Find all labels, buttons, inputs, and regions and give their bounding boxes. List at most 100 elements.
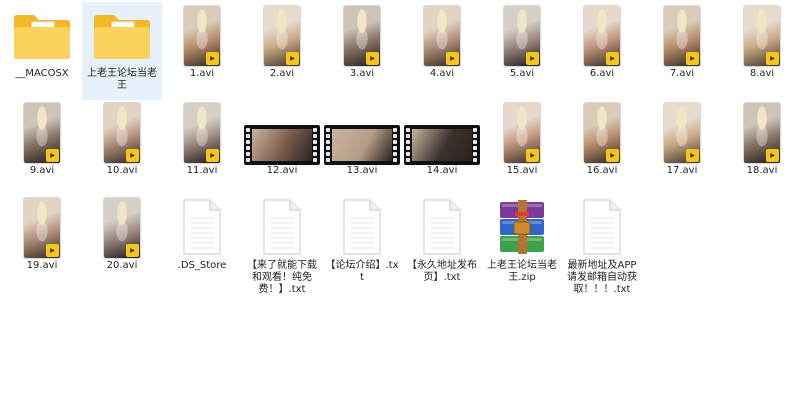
archive-file[interactable]: 上老王论坛当老王.zip [482,194,562,283]
file-name-label: 11.avi [186,165,218,176]
file-icon-slot [482,194,562,258]
text-file[interactable]: 最新地址及APP请发邮箱自动获取！！！.txt [562,194,642,295]
player-badge: ▶ [286,52,299,65]
file-name-label: 14.avi [426,165,458,176]
video-file[interactable]: ▶ 10.avi [82,99,162,187]
video-thumbnail-icon: ▶ [184,6,220,66]
video-file[interactable]: ▶ 9.avi [2,99,82,187]
film-strip-icon [404,125,480,165]
text-file[interactable]: 【永久地址发布页】.txt [402,194,482,283]
file-icon-slot: ▶ [482,2,562,66]
file-icon-slot: ▶ [722,99,800,163]
text-file[interactable]: 【论坛介绍】.txt [322,194,402,283]
video-file[interactable]: ▶ 6.avi [562,2,642,90]
video-thumbnail-icon: ▶ [104,103,140,163]
player-badge: ▶ [126,149,139,162]
video-file[interactable]: 13.avi [322,99,402,187]
video-file[interactable]: ▶ 4.avi [402,2,482,90]
video-thumbnail-icon: ▶ [424,6,460,66]
player-badge: ▶ [526,52,539,65]
video-file[interactable]: ▶ 19.avi [2,194,82,282]
player-badge: ▶ [126,244,139,257]
player-badge: ▶ [606,149,619,162]
file-icon-slot [2,2,82,66]
video-thumbnail-icon: ▶ [504,6,540,66]
file-icon-slot [82,2,162,66]
file-name-label: 15.avi [506,165,538,176]
player-badge: ▶ [446,52,459,65]
video-thumbnail-icon: ▶ [664,6,700,66]
video-file[interactable]: ▶ 16.avi [562,99,642,187]
file-name-label: 1.avi [189,68,215,79]
text-document-icon [343,199,381,255]
file-name-label: 【来了就能下载和观看！纯免费！】.txt [247,260,317,295]
file-name-label: 7.avi [669,68,695,79]
file-icon-slot: ▶ [722,2,800,66]
file-name-label: 【论坛介绍】.txt [325,260,399,283]
file-icon-slot: ▶ [402,2,482,66]
player-badge: ▶ [686,52,699,65]
video-file[interactable]: 12.avi [242,99,322,187]
text-document-icon [183,199,221,255]
file-name-label: 【永久地址发布页】.txt [407,260,477,283]
file-icon-slot [162,194,242,258]
video-thumbnail-icon: ▶ [504,103,540,163]
file-icon-slot [322,194,402,258]
file-name-label: 6.avi [589,68,615,79]
file-name-label: 20.avi [106,260,138,271]
file-name-label: 4.avi [429,68,455,79]
video-file[interactable]: 14.avi [402,99,482,187]
video-file[interactable]: ▶ 2.avi [242,2,322,90]
file-name-label: 18.avi [746,165,778,176]
video-thumbnail-icon: ▶ [24,103,60,163]
video-file[interactable]: ▶ 1.avi [162,2,242,90]
file-icon-slot: ▶ [242,2,322,66]
video-file[interactable]: ▶ 8.avi [722,2,800,90]
player-badge: ▶ [366,52,379,65]
file-name-label: 8.avi [749,68,775,79]
text-file[interactable]: .DS_Store [162,194,242,282]
video-file[interactable]: ▶ 15.avi [482,99,562,187]
text-document-icon [583,199,621,255]
file-icon-slot [402,194,482,258]
player-badge: ▶ [686,149,699,162]
film-strip-icon [244,125,320,165]
player-badge: ▶ [206,149,219,162]
file-name-label: __MACOSX [15,68,69,79]
text-file[interactable]: 【来了就能下载和观看！纯免费！】.txt [242,194,322,295]
file-icon-slot: ▶ [162,99,242,163]
folder-item[interactable]: __MACOSX [2,2,82,90]
video-thumbnail-icon: ▶ [744,6,780,66]
video-file[interactable]: ▶ 20.avi [82,194,162,282]
file-name-label: 上老王论坛当老王.zip [487,260,557,283]
file-name-label: 10.avi [106,165,138,176]
file-name-label: 上老王论坛当老王 [87,68,157,91]
file-icon-slot: ▶ [2,99,82,163]
video-thumbnail-icon: ▶ [24,198,60,258]
video-thumbnail-icon: ▶ [344,6,380,66]
video-file[interactable]: ▶ 11.avi [162,99,242,187]
file-name-label: 2.avi [269,68,295,79]
video-file[interactable]: ▶ 3.avi [322,2,402,90]
video-thumbnail-icon: ▶ [264,6,300,66]
video-thumbnail-icon: ▶ [584,6,620,66]
winrar-archive-icon [500,200,544,254]
video-thumbnail-icon: ▶ [584,103,620,163]
video-file[interactable]: ▶ 18.avi [722,99,800,187]
file-name-label: 12.avi [266,165,298,176]
video-file[interactable]: ▶ 17.avi [642,99,722,187]
video-file[interactable]: ▶ 5.avi [482,2,562,90]
file-icon-slot: ▶ [562,2,642,66]
video-thumbnail-icon: ▶ [184,103,220,163]
file-icon-slot [322,99,402,165]
video-file[interactable]: ▶ 7.avi [642,2,722,90]
file-name-label: 5.avi [509,68,535,79]
video-thumbnail-icon: ▶ [664,103,700,163]
file-name-label: 19.avi [26,260,58,271]
file-icon-slot [242,99,322,165]
folder-item[interactable]: 上老王论坛当老王 [82,2,162,100]
video-thumbnail-icon: ▶ [744,103,780,163]
folder-icon [94,15,150,59]
file-icon-slot: ▶ [642,99,722,163]
file-icon-slot [562,194,642,258]
